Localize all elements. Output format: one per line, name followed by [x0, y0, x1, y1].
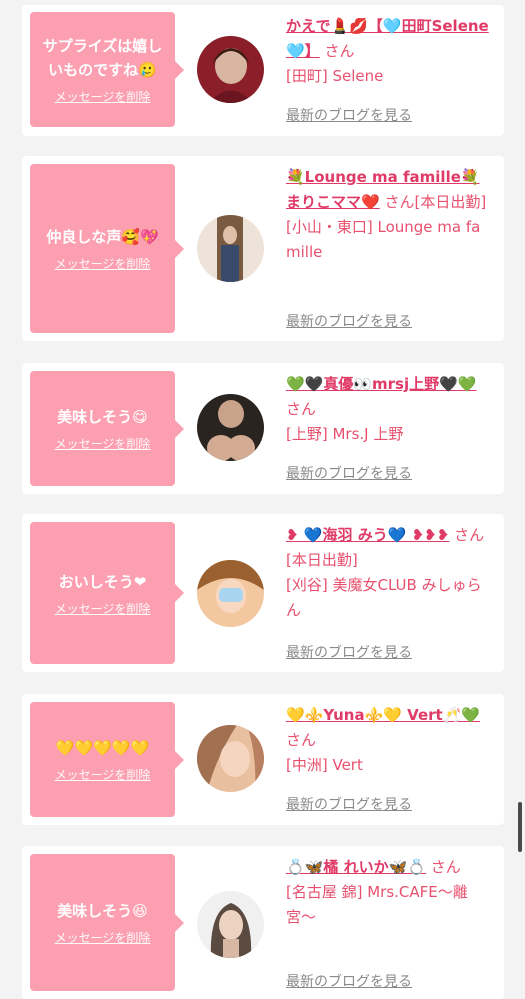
message-text: 💛💛💛💛💛	[55, 739, 150, 757]
blog-link[interactable]: 最新のブログを見る	[286, 105, 412, 125]
message-card: 💛💛💛💛💛 メッセージを削除 💛⚜️Yuna⚜️💛 Vert🥂💚 さん [中洲]…	[22, 694, 504, 825]
message-card: 美味しそう😋 メッセージを削除 💚🖤真優👀mrsj上野🖤💚 さん [上野] Mr…	[22, 363, 504, 494]
user-info: 💐Lounge ma famille💐まりこママ❤️ さん[本日出勤] [小山・…	[286, 165, 494, 265]
shop-name: [小山・東口] Lounge ma famille	[286, 218, 481, 261]
user-info: 💛⚜️Yuna⚜️💛 Vert🥂💚 さん [中洲] Vert	[286, 703, 494, 778]
message-card: 美味しそう😆 メッセージを削除 💍🦋橘 れいか🦋💍 さん [名古屋 錦] Mrs…	[22, 846, 504, 999]
delete-message-link[interactable]: メッセージを削除	[55, 929, 151, 946]
message-bubble: サプライズは嬉しいものですね🥲 メッセージを削除	[30, 12, 184, 127]
avatar-image	[197, 215, 264, 282]
message-card: おいしそう❤ メッセージを削除 ❥ 💙海羽 みう💙 ❥❥❥ さん[本日出勤] […	[22, 514, 504, 672]
shop-name: [中洲] Vert	[286, 756, 363, 774]
avatar-image	[197, 394, 264, 461]
message-text: 美味しそう😋	[57, 408, 148, 426]
message-bubble: おいしそう❤ メッセージを削除	[30, 522, 184, 664]
message-card: サプライズは嬉しいものですね🥲 メッセージを削除 かえで💄💋【🩵田町Selene…	[22, 5, 504, 136]
user-info: 💍🦋橘 れいか🦋💍 さん [名古屋 錦] Mrs.CAFE〜離宮〜	[286, 855, 494, 930]
delete-message-link[interactable]: メッセージを削除	[55, 600, 151, 617]
message-bubble: 💛💛💛💛💛 メッセージを削除	[30, 702, 184, 817]
avatar[interactable]	[197, 394, 264, 461]
user-info: ❥ 💙海羽 みう💙 ❥❥❥ さん[本日出勤] [刈谷] 美魔女CLUB みしゅら…	[286, 523, 494, 623]
message-text: おいしそう❤	[58, 572, 147, 591]
blog-link[interactable]: 最新のブログを見る	[286, 463, 412, 483]
message-bubble: 美味しそう😆 メッセージを削除	[30, 854, 184, 991]
user-name-link[interactable]: 💛⚜️Yuna⚜️💛 Vert🥂💚	[286, 706, 480, 724]
message-bubble: 仲良しな声🥰💖 メッセージを削除	[30, 164, 184, 333]
user-name-link[interactable]: 💚🖤真優👀mrsj上野🖤💚	[286, 375, 476, 393]
honorific: さん	[286, 400, 317, 418]
avatar-image	[197, 725, 264, 792]
avatar-image	[197, 891, 264, 958]
blog-link[interactable]: 最新のブログを見る	[286, 311, 412, 331]
message-bubble: 美味しそう😋 メッセージを削除	[30, 371, 184, 486]
user-info: 💚🖤真優👀mrsj上野🖤💚 さん [上野] Mrs.J 上野	[286, 372, 494, 447]
shop-name: [刈谷] 美魔女CLUB みしゅらん	[286, 576, 482, 619]
avatar[interactable]	[197, 725, 264, 792]
user-name-link[interactable]: 💍🦋橘 れいか🦋💍	[286, 858, 426, 876]
avatar[interactable]	[197, 891, 264, 958]
shop-name: [田町] Selene	[286, 67, 384, 85]
delete-message-link[interactable]: メッセージを削除	[55, 766, 151, 783]
user-info: かえで💄💋【🩵田町Selene🩵】 さん [田町] Selene	[286, 14, 494, 89]
user-name-link[interactable]: ❥ 💙海羽 みう💙 ❥❥❥	[286, 526, 449, 544]
message-card: 仲良しな声🥰💖 メッセージを削除 💐Lounge ma famille💐まりこマ…	[22, 156, 504, 341]
delete-message-link[interactable]: メッセージを削除	[55, 255, 151, 272]
honorific: さん	[324, 42, 355, 60]
shop-name: [上野] Mrs.J 上野	[286, 425, 404, 443]
avatar[interactable]	[197, 36, 264, 103]
avatar[interactable]	[197, 560, 264, 627]
blog-link[interactable]: 最新のブログを見る	[286, 971, 412, 991]
avatar-image	[197, 560, 264, 627]
blog-link[interactable]: 最新のブログを見る	[286, 794, 412, 814]
message-text: サプライズは嬉しいものですね🥲	[42, 37, 163, 79]
honorific: さん	[286, 731, 317, 749]
message-text: 仲良しな声🥰💖	[46, 228, 159, 246]
delete-message-link[interactable]: メッセージを削除	[55, 88, 151, 105]
avatar[interactable]	[197, 215, 264, 282]
avatar-image	[197, 36, 264, 103]
honorific: さん[本日出勤]	[384, 193, 487, 211]
delete-message-link[interactable]: メッセージを削除	[55, 435, 151, 452]
user-name-link[interactable]: かえで💄💋【🩵田町Selene🩵】	[286, 17, 489, 60]
honorific: さん	[430, 858, 461, 876]
scrollbar[interactable]	[518, 802, 522, 852]
blog-link[interactable]: 最新のブログを見る	[286, 642, 412, 662]
shop-name: [名古屋 錦] Mrs.CAFE〜離宮〜	[286, 883, 468, 926]
message-text: 美味しそう😆	[57, 902, 148, 920]
